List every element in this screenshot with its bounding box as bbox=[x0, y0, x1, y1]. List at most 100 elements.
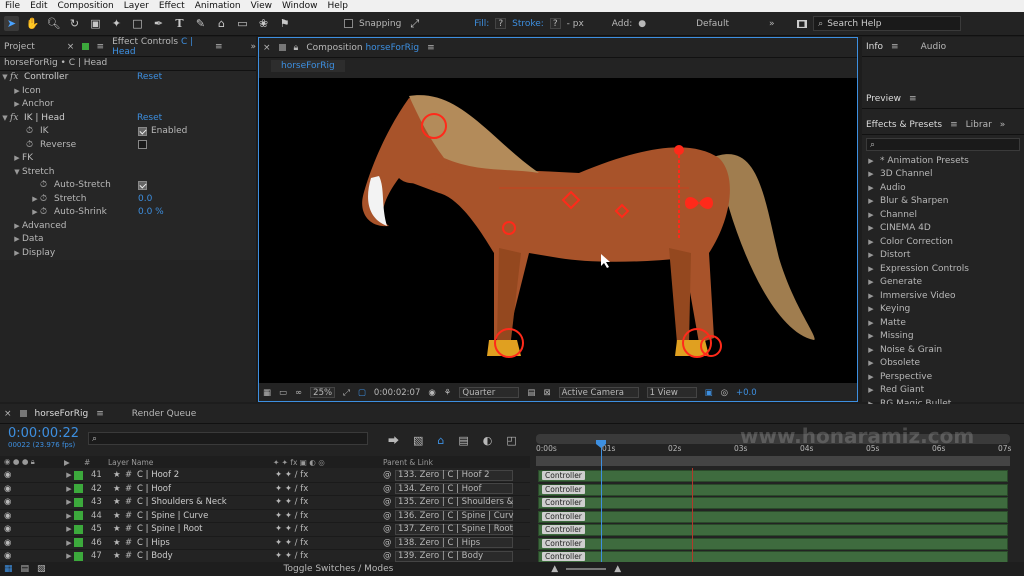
effects-list-item[interactable]: ▶ Matte bbox=[862, 316, 1024, 330]
zoom-out-icon[interactable]: ▲ bbox=[551, 564, 558, 574]
collapse-icon[interactable]: ▶ bbox=[64, 512, 74, 520]
draft-3d-icon[interactable]: ▧ bbox=[413, 434, 423, 447]
layer-duration-bar[interactable] bbox=[538, 510, 1008, 523]
collapse-icon[interactable]: ▶ bbox=[64, 552, 74, 560]
effects-list-item[interactable]: ▶ Expression Controls bbox=[862, 262, 1024, 276]
rotate-tool-icon[interactable]: ↻ bbox=[67, 16, 82, 31]
timeline-timecode[interactable]: 0:00:00:22 00022 (23.976 fps) bbox=[8, 426, 79, 449]
hips-top-handle[interactable] bbox=[674, 145, 684, 155]
channel-icon[interactable]: ⚘ bbox=[444, 388, 452, 398]
ec-data-row[interactable]: ▶ Data bbox=[0, 233, 256, 247]
layer-switches-icon[interactable]: ✦ ✦ ∕ fx bbox=[275, 484, 383, 494]
collapse-icon[interactable]: ▶ bbox=[30, 208, 40, 216]
eye-icon[interactable]: ◉ bbox=[0, 551, 20, 561]
workspace-default[interactable]: Default bbox=[696, 19, 729, 29]
collapse-icon[interactable]: ▶ bbox=[866, 170, 876, 178]
menu-file[interactable]: File bbox=[0, 1, 25, 11]
comp-close-icon[interactable]: × bbox=[263, 43, 271, 53]
reset-button[interactable]: Reset bbox=[137, 72, 162, 82]
effects-list-item[interactable]: ▶ Obsolete bbox=[862, 357, 1024, 371]
collapse-icon[interactable]: ▶ bbox=[866, 238, 876, 246]
timeline-close-icon[interactable]: × bbox=[4, 409, 12, 419]
parent-dropdown[interactable]: 138. Zero | C | Hips bbox=[395, 537, 513, 549]
region-icon[interactable]: ▢ bbox=[358, 388, 366, 398]
collapse-icon[interactable]: ▶ bbox=[64, 485, 74, 493]
eye-icon[interactable]: ◉ bbox=[0, 470, 20, 480]
parent-header[interactable]: Parent & Link bbox=[383, 458, 433, 467]
stroke-label[interactable]: Stroke: bbox=[512, 19, 544, 29]
expand-icon[interactable]: ▼ bbox=[12, 168, 22, 176]
fx-icon[interactable]: fx bbox=[10, 72, 24, 82]
layer-row[interactable]: ◉ ▶ 42 ★ # C | Hoof ✦ ✦ ∕ fx @134. Zero | C | H… bbox=[0, 483, 530, 496]
pickwhip-icon[interactable]: @ bbox=[383, 484, 395, 494]
layer-name[interactable]: C | Spine | Root bbox=[137, 524, 275, 534]
timeline-search-input[interactable]: ⌕ bbox=[88, 432, 368, 445]
layer-duration-bar[interactable] bbox=[538, 483, 1008, 496]
stroke-width[interactable]: - px bbox=[567, 19, 584, 29]
sync-icon[interactable]: ■ bbox=[796, 19, 808, 28]
ec-anchor-row[interactable]: ▶ Anchor bbox=[0, 98, 256, 112]
collapse-icon[interactable]: ▶ bbox=[866, 346, 876, 354]
pickwhip-icon[interactable]: @ bbox=[383, 551, 395, 561]
exposure-value[interactable]: +0.0 bbox=[736, 388, 757, 398]
parent-dropdown[interactable]: 137. Zero | C | Spine | Root bbox=[395, 523, 513, 535]
current-time-readout[interactable]: 0:00:02:07 bbox=[374, 388, 420, 398]
auto-shrink-value[interactable]: 0.0 % bbox=[138, 207, 164, 217]
snap-icon[interactable]: ⤢ bbox=[407, 16, 422, 31]
layer-label-color[interactable] bbox=[74, 511, 83, 521]
effects-list-item[interactable]: ▶ Distort bbox=[862, 249, 1024, 263]
eye-icon[interactable]: ◉ bbox=[0, 497, 20, 507]
workspace-menu-icon[interactable]: » bbox=[769, 19, 775, 29]
ec-stretch-group-row[interactable]: ▼ Stretch bbox=[0, 165, 256, 179]
collapse-icon[interactable]: ▶ bbox=[64, 471, 74, 479]
effects-list-item[interactable]: ▶ Keying bbox=[862, 303, 1024, 317]
ec-display-row[interactable]: ▶ Display bbox=[0, 246, 256, 260]
effects-list-item[interactable]: ▶ Immersive Video bbox=[862, 289, 1024, 303]
layer-switches-icon[interactable]: ✦ ✦ ∕ fx bbox=[275, 511, 383, 521]
transparency-grid-icon[interactable]: ▤ bbox=[527, 388, 535, 398]
stopwatch-icon[interactable]: ⏱ bbox=[40, 207, 54, 217]
shy-layers-icon[interactable]: ⌂ bbox=[437, 434, 444, 447]
pickwhip-icon[interactable]: @ bbox=[383, 470, 395, 480]
effects-list-item[interactable]: ▶ Blur & Sharpen bbox=[862, 195, 1024, 209]
menu-window[interactable]: Window bbox=[277, 1, 323, 11]
layer-name[interactable]: C | Shoulders & Neck bbox=[137, 497, 275, 507]
layer-duration-bar[interactable] bbox=[538, 524, 1008, 536]
snapshot-icon[interactable]: ▦ bbox=[263, 388, 271, 398]
collapse-icon[interactable]: ▶ bbox=[866, 292, 876, 300]
reset-exposure-icon[interactable]: ◎ bbox=[721, 388, 728, 398]
layer-name[interactable]: C | Hips bbox=[137, 538, 275, 548]
tab-effects-presets[interactable]: Effects & Presets bbox=[866, 120, 942, 130]
stopwatch-icon[interactable]: ⏱ bbox=[40, 180, 54, 190]
layer-switches-icon[interactable]: ✦ ✦ ∕ fx bbox=[275, 470, 383, 480]
collapse-icon[interactable]: ▶ bbox=[866, 157, 876, 165]
auto-stretch-checkbox[interactable] bbox=[138, 180, 147, 190]
comp-lock-icon[interactable]: 🔒︎ bbox=[294, 43, 299, 53]
effects-list-item[interactable]: ▶ Channel bbox=[862, 208, 1024, 222]
stopwatch-icon[interactable]: ⏱ bbox=[40, 194, 54, 204]
layer-name[interactable]: C | Hoof 2 bbox=[137, 470, 275, 480]
panel-expand-icon[interactable]: » bbox=[250, 42, 256, 52]
goggles-icon[interactable]: ∞ bbox=[295, 388, 302, 398]
layer-label-color[interactable] bbox=[74, 538, 83, 548]
parent-dropdown[interactable]: 135. Zero | C | Shoulders & bbox=[395, 496, 513, 508]
layer-row[interactable]: ◉ ▶ 41 ★ # C | Hoof 2 ✦ ✦ ∕ fx @133. Zero | C |… bbox=[0, 469, 530, 483]
collapse-icon[interactable]: ▶ bbox=[866, 184, 876, 192]
comp-viewer[interactable] bbox=[259, 78, 857, 383]
stopwatch-icon[interactable]: ⏱ bbox=[26, 126, 40, 136]
pickwhip-icon[interactable]: @ bbox=[383, 497, 395, 507]
parent-dropdown[interactable]: 133. Zero | C | Hoof 2 bbox=[395, 469, 513, 481]
layer-label-color[interactable] bbox=[74, 524, 83, 534]
collapse-icon[interactable]: ▶ bbox=[866, 373, 876, 381]
collapse-icon[interactable]: ▶ bbox=[866, 197, 876, 205]
ik-enabled-checkbox[interactable] bbox=[138, 126, 147, 136]
comp-subtab[interactable]: horseForRig bbox=[271, 60, 345, 72]
monitor-icon[interactable]: ▭ bbox=[279, 388, 287, 398]
horse-rig-artwork[interactable] bbox=[259, 78, 857, 383]
menu-help[interactable]: Help bbox=[322, 1, 353, 11]
roto-brush-tool-icon[interactable]: ❀ bbox=[256, 16, 271, 31]
panel-menu-icon[interactable]: ≡ bbox=[427, 43, 435, 53]
layer-switches-icon[interactable]: ✦ ✦ ∕ fx bbox=[275, 524, 383, 534]
tab-libraries[interactable]: Librar bbox=[966, 120, 992, 130]
layer-duration-bar[interactable] bbox=[538, 497, 1008, 509]
